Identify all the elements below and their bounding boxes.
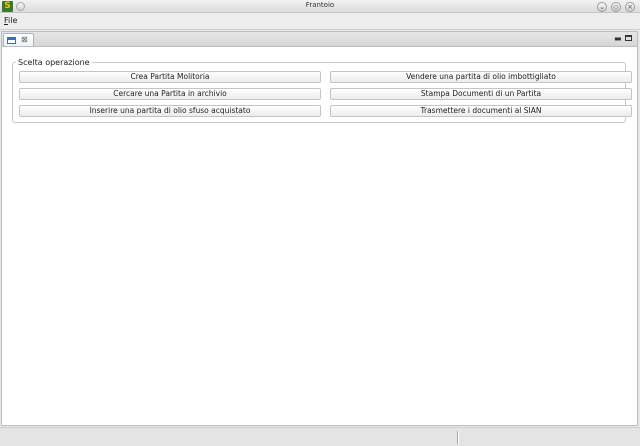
menu-file[interactable]: File (4, 16, 17, 25)
minimize-icon: ▬ (614, 34, 622, 43)
menu-file-label: ile (8, 16, 18, 25)
search-archive-button[interactable]: Cercare una Partita in archivio (19, 88, 321, 100)
chevron-down-icon: ⌄ (599, 3, 605, 11)
status-bar (0, 427, 640, 446)
close-icon: × (627, 3, 633, 11)
operation-group: Scelta operazione Crea Partita Molitoria… (12, 58, 632, 123)
restore-icon: ◇ (613, 3, 619, 11)
view-tab[interactable]: ⊠ (3, 33, 34, 46)
maximize-icon (625, 35, 632, 41)
send-to-sian-button[interactable]: Trasmettere i documenti al SIAN (330, 105, 632, 117)
group-legend: Scelta operazione (16, 58, 92, 67)
window-title: Frantoio (305, 1, 335, 9)
insert-bulk-oil-button[interactable]: Inserire una partita di olio sfuso acqui… (19, 105, 321, 117)
close-button[interactable]: × (625, 2, 635, 12)
sell-bottled-oil-button[interactable]: Vendere una partita di olio imbottigliat… (330, 71, 632, 83)
maximize-button[interactable]: ◇ (611, 2, 621, 12)
print-documents-button[interactable]: Stampa Documenti di un Partita (330, 88, 632, 100)
title-bar: S Frantoio ⌄ ◇ × (0, 0, 640, 13)
tab-close-icon[interactable]: ⊠ (21, 34, 28, 46)
view-tab-strip: ⊠ ▬ (1, 31, 638, 46)
menu-bar: File (0, 13, 640, 30)
panel-minimize-button[interactable]: ▬ (614, 34, 622, 44)
main-content: Scelta operazione Crea Partita Molitoria… (1, 46, 638, 426)
create-batch-button[interactable]: Crea Partita Molitoria (19, 71, 321, 83)
window-view-icon (7, 37, 16, 44)
panel-maximize-button[interactable] (625, 34, 632, 44)
minimize-button[interactable]: ⌄ (597, 2, 607, 12)
status-separator (457, 431, 458, 444)
